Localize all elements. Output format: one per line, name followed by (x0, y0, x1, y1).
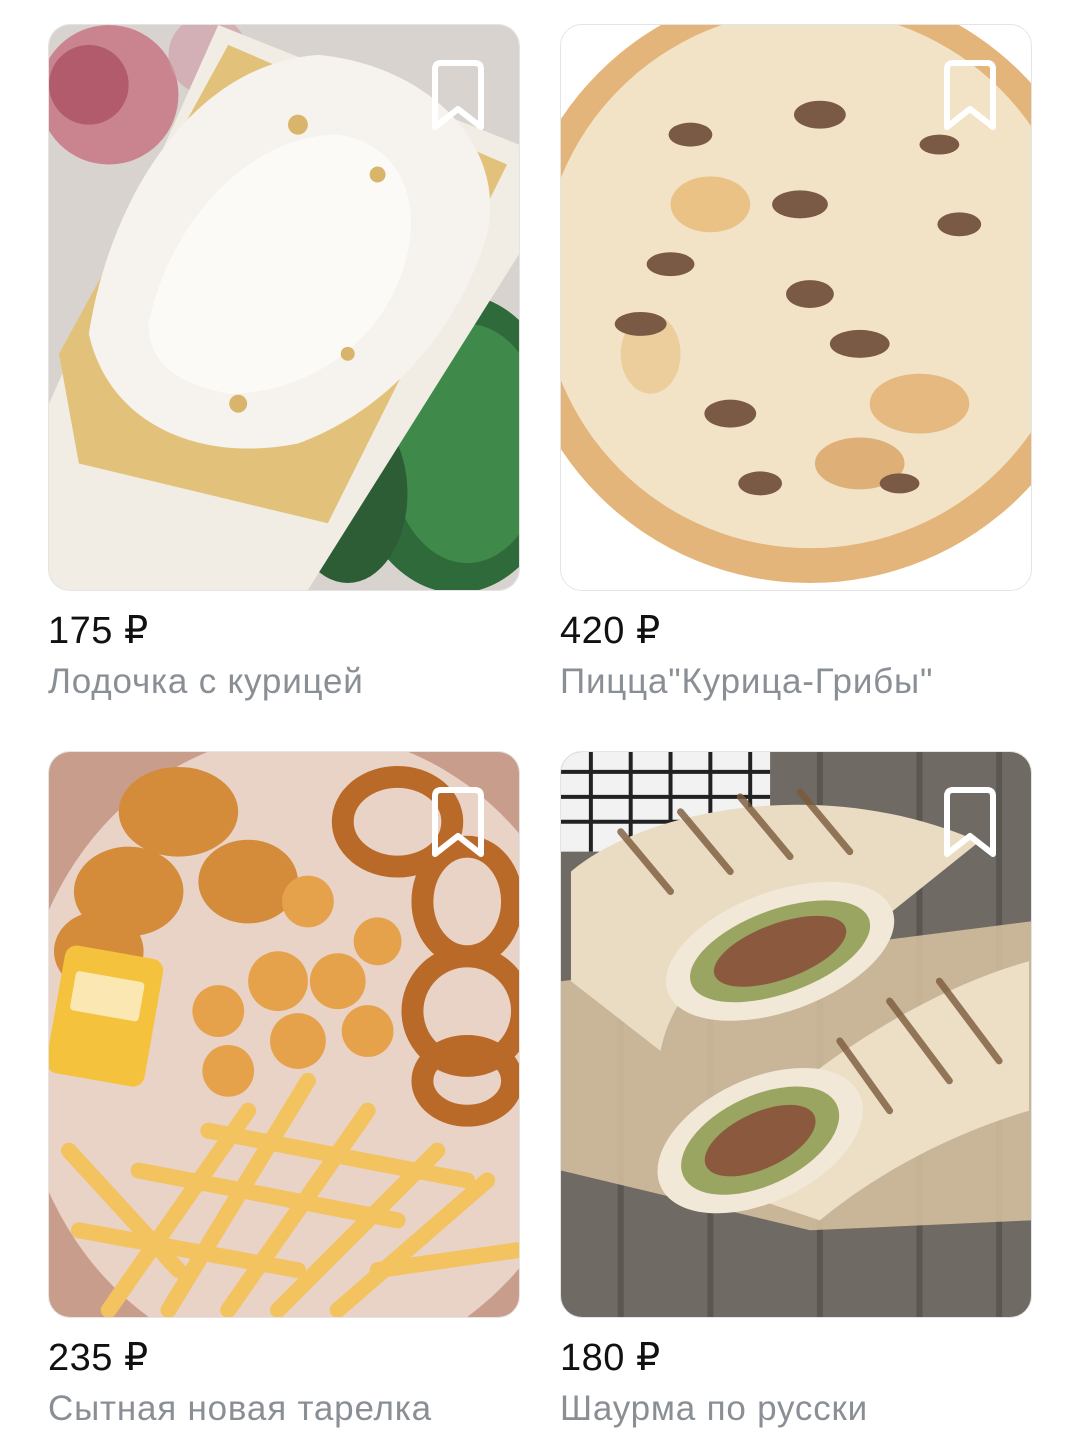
product-price: 420 ₽ (560, 610, 661, 652)
product-photo-chicken-boat[interactable] (48, 24, 520, 591)
product-photo-shawarma[interactable] (560, 751, 1032, 1318)
product-card[interactable]: 175 ₽ Лодочка с курицей (48, 24, 520, 703)
product-price: 235 ₽ (48, 1337, 149, 1379)
product-photo-snack-plate[interactable] (48, 751, 520, 1318)
product-card[interactable]: 235 ₽ Сытная новая тарелка (48, 751, 520, 1430)
product-name[interactable]: Сытная новая тарелка (48, 1388, 520, 1430)
product-name[interactable]: Лодочка с курицей (48, 661, 520, 703)
product-price: 180 ₽ (560, 1337, 661, 1379)
product-card[interactable]: 420 ₽ Пицца"Курица-Грибы" (560, 24, 1032, 703)
product-card[interactable]: 180 ₽ Шаурма по русски (560, 751, 1032, 1430)
product-name[interactable]: Пицца"Курица-Грибы" (560, 661, 1032, 703)
bookmark-icon[interactable] (939, 59, 1001, 133)
product-price: 175 ₽ (48, 610, 149, 652)
bookmark-icon[interactable] (427, 786, 489, 860)
bookmark-icon[interactable] (939, 786, 1001, 860)
bookmark-icon[interactable] (427, 59, 489, 133)
product-photo-pizza[interactable] (560, 24, 1032, 591)
product-grid: 175 ₽ Лодочка с курицей 420 ₽ Пицца"Кури… (0, 0, 1080, 1445)
product-name[interactable]: Шаурма по русски (560, 1388, 1032, 1430)
